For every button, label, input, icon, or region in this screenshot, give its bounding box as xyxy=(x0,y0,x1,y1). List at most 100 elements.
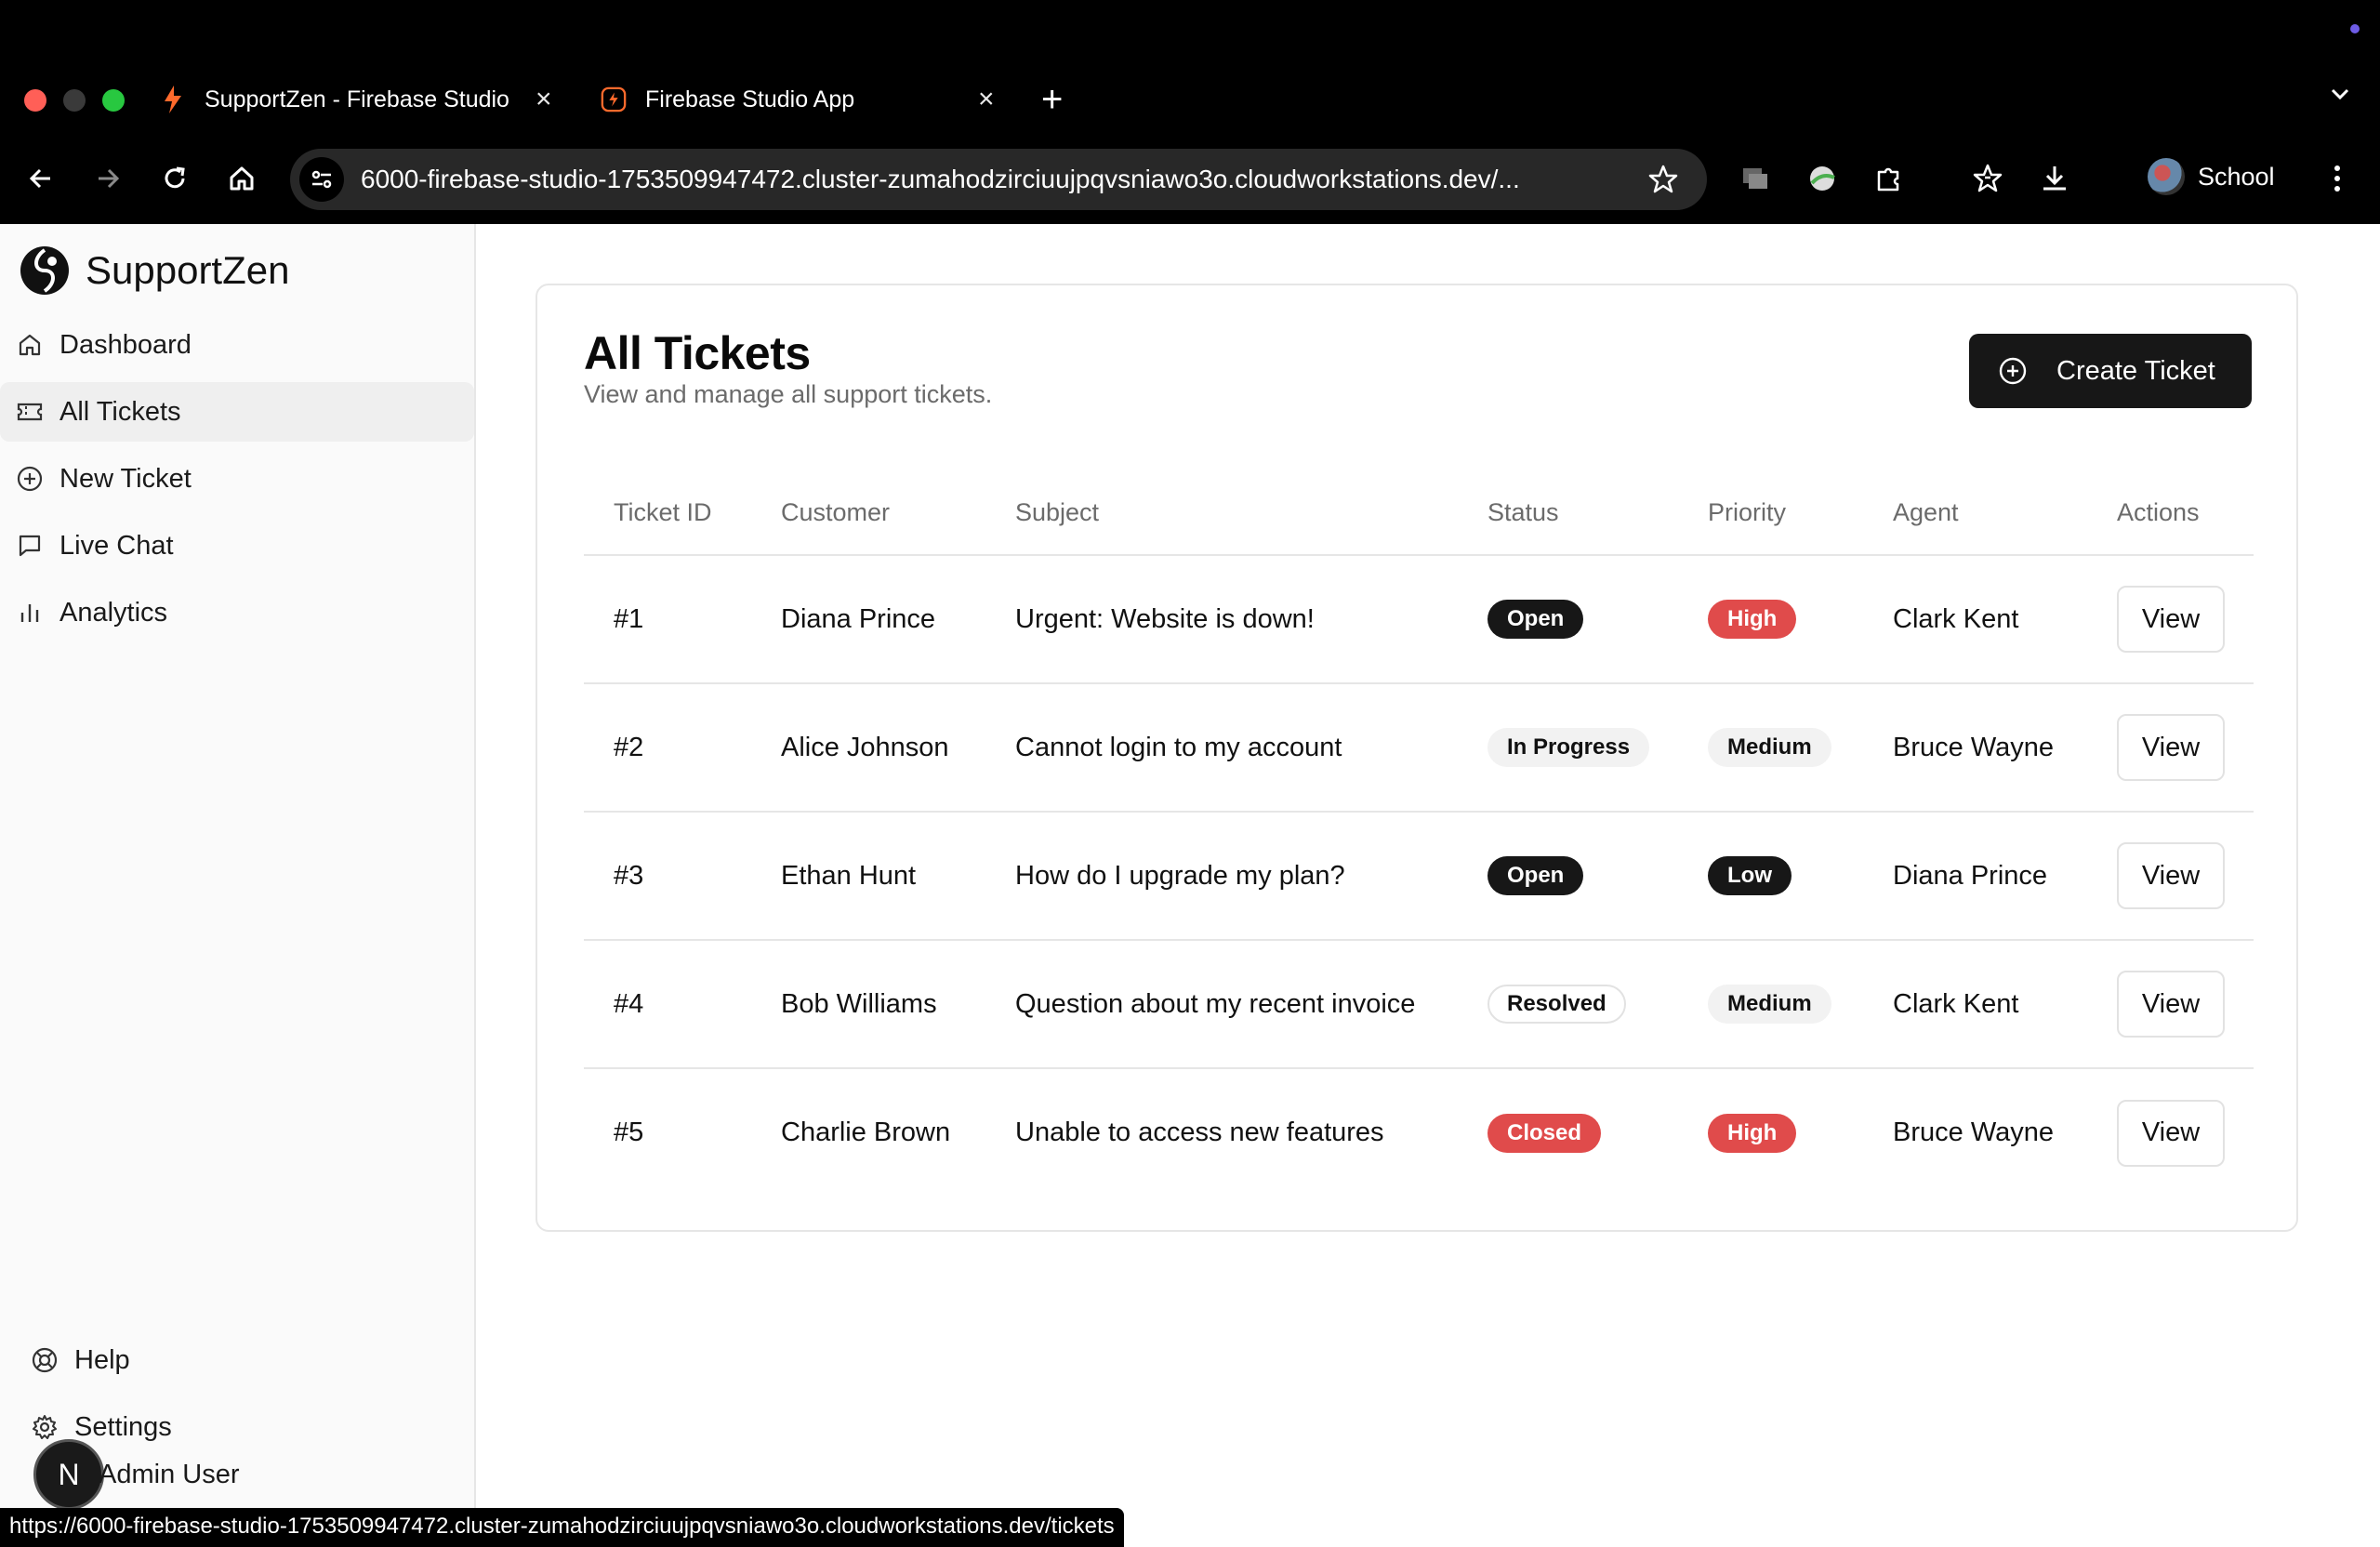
ticket-subject: Cannot login to my account xyxy=(985,683,1458,813)
column-header: Actions xyxy=(2087,471,2254,556)
download-icon[interactable] xyxy=(2036,160,2073,197)
avatar: N xyxy=(33,1439,104,1510)
url-text: 6000-firebase-studio-1753509947472.clust… xyxy=(361,165,1520,193)
tickets-table: Ticket ID Customer Subject Status Priori… xyxy=(584,471,2254,1197)
agent-name: Clark Kent xyxy=(1863,940,2087,1069)
ticket-subject: Urgent: Website is down! xyxy=(985,555,1458,684)
column-header[interactable]: Status xyxy=(1458,471,1678,556)
bar-chart-icon xyxy=(15,598,45,628)
notification-dot xyxy=(2350,24,2360,33)
close-window-button[interactable] xyxy=(24,89,46,112)
sidebar-item-label: All Tickets xyxy=(60,396,181,427)
sidebar-item-label: New Ticket xyxy=(60,463,192,494)
user-menu[interactable]: N Admin User xyxy=(33,1439,240,1510)
reload-button[interactable] xyxy=(156,160,193,197)
tickets-card: All Tickets View and manage all support … xyxy=(536,284,2298,1232)
ticket-icon xyxy=(15,397,45,427)
ticket-id: #4 xyxy=(584,940,751,1069)
column-header[interactable]: Ticket ID xyxy=(584,471,751,556)
gear-icon xyxy=(30,1412,60,1442)
bookmark-star-icon[interactable] xyxy=(1647,164,1679,200)
customer-name: Bob Williams xyxy=(751,940,985,1069)
ticket-id: #2 xyxy=(584,683,751,813)
lifebuoy-icon xyxy=(30,1345,60,1375)
close-tab-icon[interactable]: × xyxy=(536,84,552,115)
extension-icon[interactable] xyxy=(1737,160,1774,197)
brand[interactable]: SupportZen xyxy=(19,245,289,297)
column-header[interactable]: Subject xyxy=(985,471,1458,556)
ticket-subject: Unable to access new features xyxy=(1015,1117,1384,1147)
table-row[interactable]: #5 Charlie Brown Unable to access new fe… xyxy=(584,1068,2254,1197)
address-bar[interactable]: 6000-firebase-studio-1753509947472.clust… xyxy=(290,149,1707,210)
customer-name: Alice Johnson xyxy=(751,683,985,813)
table-row[interactable]: #1 Diana Prince Urgent: Website is down!… xyxy=(584,555,2254,684)
back-button[interactable] xyxy=(22,160,60,197)
view-ticket-button[interactable]: View xyxy=(2117,714,2225,781)
agent-name: Bruce Wayne xyxy=(1863,683,2087,813)
firebase-icon xyxy=(160,86,186,113)
page-subtitle: View and manage all support tickets. xyxy=(584,380,993,408)
view-ticket-button[interactable]: View xyxy=(2117,971,2225,1038)
column-header[interactable]: Customer xyxy=(751,471,985,556)
new-tab-button[interactable]: + xyxy=(1041,76,1063,123)
priority-badge: Low xyxy=(1708,856,1792,895)
home-icon xyxy=(15,330,45,360)
table-row[interactable]: #3 Ethan Hunt How do I upgrade my plan? … xyxy=(584,812,2254,941)
extension-globe-icon[interactable] xyxy=(1804,160,1841,197)
create-ticket-button[interactable]: Create Ticket xyxy=(1969,334,2252,408)
sidebar-item-dashboard[interactable]: Dashboard xyxy=(0,315,474,375)
profile-button[interactable]: School xyxy=(2148,158,2275,195)
plus-circle-icon xyxy=(15,464,45,494)
customer-name: Diana Prince xyxy=(751,555,985,684)
browser-menu-icon[interactable] xyxy=(2319,160,2356,197)
status-badge: Open xyxy=(1488,600,1584,639)
extensions-puzzle-icon[interactable] xyxy=(1871,160,1908,197)
sidebar-item-label: Help xyxy=(74,1344,130,1375)
view-ticket-button[interactable]: View xyxy=(2117,586,2225,653)
table-row[interactable]: #4 Bob Williams Question about my recent… xyxy=(584,940,2254,1069)
sidebar-item-analytics[interactable]: Analytics xyxy=(0,583,474,642)
supportzen-logo-icon xyxy=(20,246,69,295)
agent-name: Bruce Wayne xyxy=(1893,1117,2054,1147)
sidebar-item-label: Live Chat xyxy=(60,530,174,561)
sidebar-item-live-chat[interactable]: Live Chat xyxy=(0,516,474,575)
priority-badge: High xyxy=(1708,1113,1797,1153)
sidebar-item-label: Analytics xyxy=(60,597,168,628)
sidebar-item-label: Dashboard xyxy=(60,329,192,360)
view-ticket-button[interactable]: View xyxy=(2117,842,2225,909)
tab-title: Firebase Studio App xyxy=(645,86,855,112)
sidebar-nav: Dashboard All Tickets New Ticket Live Ch… xyxy=(0,315,474,650)
agent-name: Diana Prince xyxy=(1863,812,2087,941)
priority-badge: High xyxy=(1708,600,1797,639)
tab-firebase-studio-app[interactable]: Firebase Studio App × xyxy=(601,73,1010,126)
customer-name: Ethan Hunt xyxy=(751,812,985,941)
browser-chrome: SupportZen - Firebase Studio × Firebase … xyxy=(0,0,2380,224)
forward-button[interactable] xyxy=(89,160,126,197)
tab-search-chevron-icon[interactable] xyxy=(2328,82,2352,111)
plus-circle-icon xyxy=(1997,355,2029,387)
site-settings-icon[interactable] xyxy=(299,157,344,202)
firebase-studio-icon xyxy=(601,86,627,112)
table-header-row: Ticket ID Customer Subject Status Priori… xyxy=(584,471,2254,556)
minimize-window-button[interactable] xyxy=(63,89,86,112)
reading-list-icon[interactable] xyxy=(1969,160,2006,197)
chat-icon xyxy=(15,531,45,561)
column-header[interactable]: Agent xyxy=(1863,471,2087,556)
sidebar: SupportZen Dashboard All Tickets New Tic… xyxy=(0,224,476,1547)
window-controls xyxy=(24,89,125,112)
tab-supportzen[interactable]: SupportZen - Firebase Studio × xyxy=(160,73,569,126)
close-tab-icon[interactable]: × xyxy=(978,84,995,115)
column-header[interactable]: Priority xyxy=(1678,471,1863,556)
sidebar-item-help[interactable]: Help xyxy=(15,1330,172,1390)
table-row[interactable]: #2 Alice Johnson Cannot login to my acco… xyxy=(584,683,2254,813)
status-badge: Resolved xyxy=(1488,985,1626,1024)
view-ticket-button[interactable]: View xyxy=(2117,1099,2225,1167)
status-badge: Closed xyxy=(1488,1113,1602,1153)
home-button[interactable] xyxy=(223,160,260,197)
zoom-window-button[interactable] xyxy=(102,89,125,112)
create-ticket-label: Create Ticket xyxy=(2056,355,2215,386)
sidebar-item-new-ticket[interactable]: New Ticket xyxy=(0,449,474,509)
ticket-id: #1 xyxy=(584,555,751,684)
sidebar-item-all-tickets[interactable]: All Tickets xyxy=(0,382,474,442)
sidebar-item-label: Settings xyxy=(74,1411,172,1442)
